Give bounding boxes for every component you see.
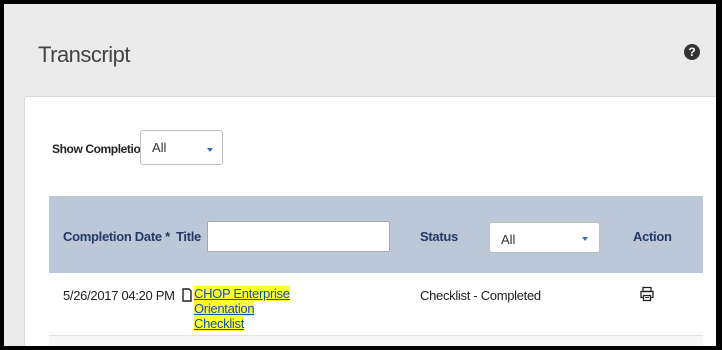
status-cell: Checklist - Completed [420, 288, 541, 303]
column-status: Status [420, 229, 458, 244]
document-icon [182, 288, 192, 302]
chevron-down-icon [207, 148, 213, 152]
chevron-down-icon [582, 237, 588, 241]
table-row-partial [49, 336, 703, 346]
transcript-window: Transcript ? Show Completions: All Compl… [0, 0, 722, 350]
help-icon[interactable]: ? [684, 44, 700, 60]
show-completions-value: All [152, 140, 167, 155]
show-completions-select[interactable]: All [140, 130, 223, 165]
course-title-line2: Checklist [194, 316, 245, 331]
table-header: Completion Date * Title Status All Actio… [49, 196, 703, 273]
course-title-link[interactable]: CHOP Enterprise Orientation Checklist [194, 286, 344, 331]
page-header: Transcript ? [10, 10, 710, 88]
print-icon[interactable] [639, 286, 655, 302]
transcript-card: Show Completions: All Completion Date * … [24, 96, 716, 346]
completion-date-cell: 5/26/2017 04:20 PM [63, 288, 175, 303]
column-completion-date[interactable]: Completion Date * [63, 229, 170, 244]
table-row: 5/26/2017 04:20 PM CHOP Enterprise Orien… [49, 273, 703, 336]
column-title: Title [176, 229, 201, 244]
status-filter-value: All [501, 232, 516, 247]
status-filter-select[interactable]: All [489, 222, 600, 253]
title-filter-input[interactable] [207, 221, 390, 252]
course-title-line1: CHOP Enterprise Orientation [194, 286, 290, 316]
page-title: Transcript [38, 42, 130, 67]
column-action: Action [633, 229, 672, 244]
